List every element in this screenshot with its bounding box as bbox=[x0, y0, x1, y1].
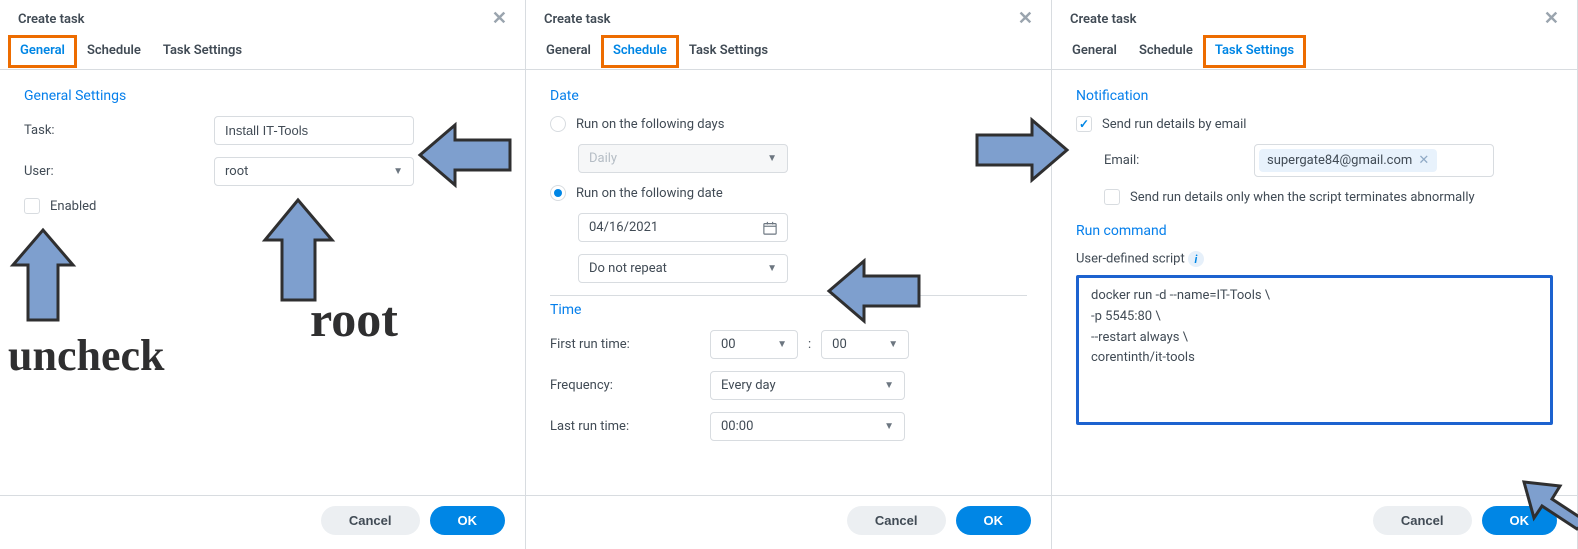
run-date-radio[interactable] bbox=[550, 185, 566, 201]
titlebar: Create task ✕ bbox=[0, 0, 525, 34]
tab-strip: General Schedule Task Settings bbox=[0, 34, 525, 70]
tab-schedule[interactable]: Schedule bbox=[1137, 35, 1195, 68]
window-schedule: Create task ✕ General Schedule Task Sett… bbox=[526, 0, 1052, 549]
chevron-down-icon: ▼ bbox=[884, 421, 894, 432]
date-input[interactable]: 04/16/2021 bbox=[578, 213, 788, 242]
chevron-down-icon: ▼ bbox=[393, 166, 403, 177]
days-select: Daily ▼ bbox=[578, 144, 788, 173]
first-run-hour-select[interactable]: 00 ▼ bbox=[710, 330, 798, 359]
panel-body: Date Run on the following days Daily ▼ R… bbox=[526, 70, 1051, 495]
tab-general[interactable]: General bbox=[10, 37, 75, 66]
annotation-root: root bbox=[310, 290, 398, 348]
close-icon[interactable]: ✕ bbox=[1544, 10, 1559, 28]
tab-schedule[interactable]: Schedule bbox=[85, 35, 143, 68]
close-icon[interactable]: ✕ bbox=[492, 10, 507, 28]
section-notification: Notification bbox=[1076, 88, 1553, 104]
run-days-radio[interactable] bbox=[550, 116, 566, 132]
email-field[interactable]: supergate84@gmail.com ✕ bbox=[1254, 144, 1494, 177]
days-value: Daily bbox=[589, 151, 617, 166]
user-value: root bbox=[225, 164, 248, 179]
tab-general[interactable]: General bbox=[1070, 35, 1119, 68]
ok-button[interactable]: OK bbox=[430, 506, 506, 535]
section-general-settings: General Settings bbox=[24, 88, 501, 104]
run-days-label: Run on the following days bbox=[576, 117, 724, 132]
enabled-checkbox[interactable] bbox=[24, 198, 40, 214]
close-icon[interactable]: ✕ bbox=[1018, 10, 1033, 28]
tab-task-settings[interactable]: Task Settings bbox=[1205, 37, 1304, 66]
email-value: supergate84@gmail.com bbox=[1267, 153, 1412, 168]
window-title: Create task bbox=[544, 12, 611, 27]
footer: Cancel OK bbox=[526, 495, 1051, 549]
email-chip: supergate84@gmail.com ✕ bbox=[1259, 149, 1437, 172]
info-icon[interactable]: i bbox=[1188, 251, 1204, 267]
email-label: Email: bbox=[1104, 153, 1244, 168]
titlebar: Create task ✕ bbox=[526, 0, 1051, 34]
panel-body: Notification Send run details by email E… bbox=[1052, 70, 1577, 495]
date-value: 04/16/2021 bbox=[589, 220, 658, 235]
task-input[interactable] bbox=[214, 116, 414, 145]
user-select[interactable]: root ▼ bbox=[214, 157, 414, 186]
footer: Cancel OK bbox=[1052, 495, 1577, 549]
repeat-value: Do not repeat bbox=[589, 261, 667, 276]
chevron-down-icon: ▼ bbox=[767, 153, 777, 164]
abnormal-label: Send run details only when the script te… bbox=[1130, 190, 1475, 205]
task-label: Task: bbox=[24, 123, 204, 138]
tab-strip: General Schedule Task Settings bbox=[526, 34, 1051, 70]
script-label: User-defined script bbox=[1076, 252, 1185, 267]
titlebar: Create task ✕ bbox=[1052, 0, 1577, 34]
chevron-down-icon: ▼ bbox=[767, 263, 777, 274]
abnormal-checkbox[interactable] bbox=[1104, 189, 1120, 205]
send-details-label: Send run details by email bbox=[1102, 117, 1246, 132]
user-label: User: bbox=[24, 164, 204, 179]
tab-strip: General Schedule Task Settings bbox=[1052, 34, 1577, 70]
tab-task-settings[interactable]: Task Settings bbox=[161, 35, 244, 68]
tab-general[interactable]: General bbox=[544, 35, 593, 68]
ok-button[interactable]: OK bbox=[1482, 506, 1558, 535]
script-textarea[interactable]: docker run -d --name=IT-Tools \ -p 5545:… bbox=[1076, 275, 1553, 425]
footer: Cancel OK bbox=[0, 495, 525, 549]
section-time: Time bbox=[550, 302, 1027, 318]
window-title: Create task bbox=[18, 12, 85, 27]
chevron-down-icon: ▼ bbox=[884, 380, 894, 391]
frequency-label: Frequency: bbox=[550, 378, 700, 393]
first-run-label: First run time: bbox=[550, 337, 700, 352]
enabled-label: Enabled bbox=[50, 199, 96, 214]
cancel-button[interactable]: Cancel bbox=[847, 506, 946, 535]
panel-body: General Settings Task: User: root ▼ Enab… bbox=[0, 70, 525, 495]
last-run-label: Last run time: bbox=[550, 419, 700, 434]
run-date-label: Run on the following date bbox=[576, 186, 723, 201]
section-date: Date bbox=[550, 88, 1027, 104]
calendar-icon bbox=[763, 221, 777, 235]
window-general: Create task ✕ General Schedule Task Sett… bbox=[0, 0, 526, 549]
annotation-uncheck: uncheck bbox=[8, 330, 164, 381]
last-run-select[interactable]: 00:00 ▼ bbox=[710, 412, 905, 441]
chevron-down-icon: ▼ bbox=[888, 339, 898, 350]
remove-chip-icon[interactable]: ✕ bbox=[1418, 153, 1429, 168]
repeat-select[interactable]: Do not repeat ▼ bbox=[578, 254, 788, 283]
send-details-checkbox[interactable] bbox=[1076, 116, 1092, 132]
window-title: Create task bbox=[1070, 12, 1137, 27]
frequency-select[interactable]: Every day ▼ bbox=[710, 371, 905, 400]
cancel-button[interactable]: Cancel bbox=[1373, 506, 1472, 535]
tab-task-settings[interactable]: Task Settings bbox=[687, 35, 770, 68]
section-run-command: Run command bbox=[1076, 223, 1553, 239]
tab-schedule[interactable]: Schedule bbox=[603, 37, 677, 66]
first-run-min-select[interactable]: 00 ▼ bbox=[821, 330, 909, 359]
ok-button[interactable]: OK bbox=[956, 506, 1032, 535]
cancel-button[interactable]: Cancel bbox=[321, 506, 420, 535]
chevron-down-icon: ▼ bbox=[777, 339, 787, 350]
window-task-settings: Create task ✕ General Schedule Task Sett… bbox=[1052, 0, 1578, 549]
